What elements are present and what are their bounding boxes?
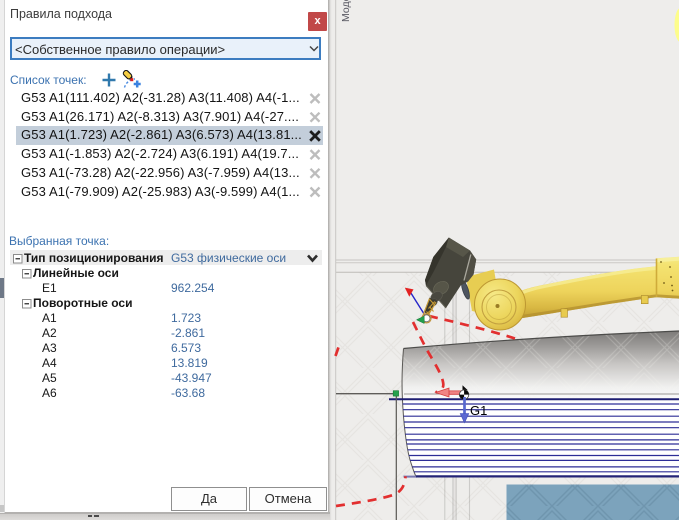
svg-text:Модель: Модель	[340, 0, 352, 22]
svg-text:G1: G1	[470, 403, 487, 418]
